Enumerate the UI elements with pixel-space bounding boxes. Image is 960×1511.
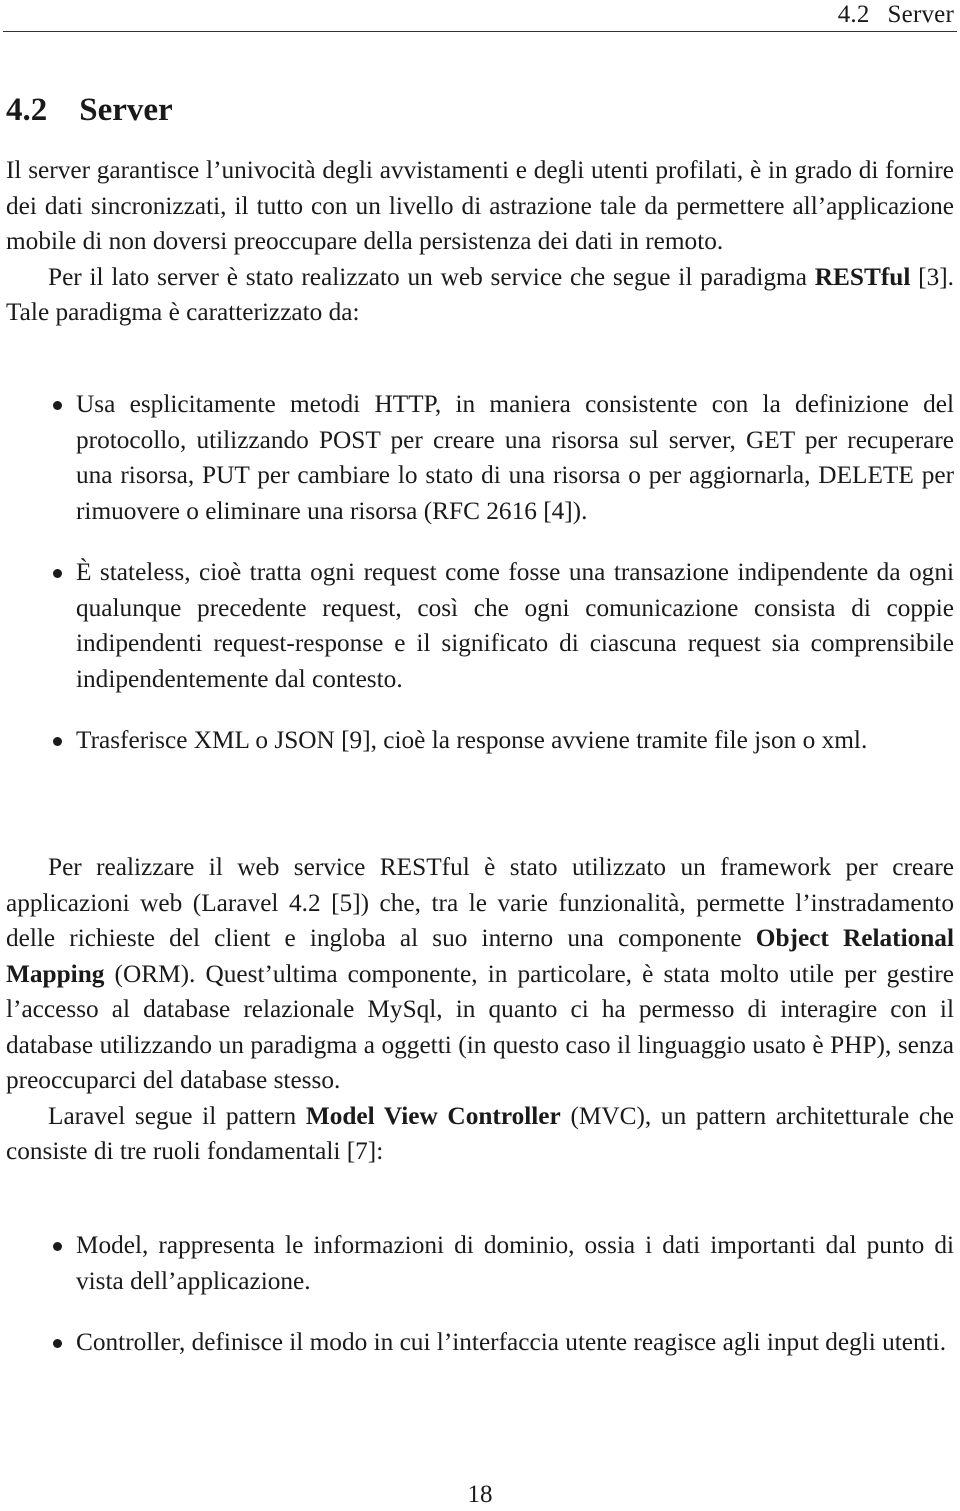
section-title: 4.2 Server — [6, 88, 173, 132]
mvc-paragraph: Laravel segue il pattern Model View Cont… — [6, 1099, 954, 1170]
list-item: È stateless, cioè tratta ogni request co… — [6, 555, 954, 697]
mvc-text-before: Laravel segue il pattern — [48, 1101, 306, 1130]
list-item-text: È stateless, cioè tratta ogni request co… — [76, 558, 954, 693]
list-item-text: Model, rappresenta le informazioni di do… — [76, 1231, 954, 1295]
intro-block: Il server garantisce l’univocità degli a… — [6, 153, 954, 331]
running-header-section-number: 4.2 — [837, 1, 870, 28]
bullet-icon — [53, 1339, 62, 1348]
restful-text-before: Per il lato server è stato realizzato un… — [48, 262, 815, 291]
mvc-roles-list: Model, rappresenta le informazioni di do… — [6, 1228, 954, 1387]
framework-block: Per realizzare il web service RESTful è … — [6, 850, 954, 1170]
page-number: 18 — [467, 1481, 493, 1508]
list-item: Usa esplicitamente metodi HTTP, in manie… — [6, 387, 954, 529]
list-item-text: Trasferisce XML o JSON [9], cioè la resp… — [76, 726, 868, 754]
list-item: Model, rappresenta le informazioni di do… — [6, 1228, 954, 1299]
framework-paragraph: Per realizzare il web service RESTful è … — [6, 850, 954, 1099]
list-item: Trasferisce XML o JSON [9], cioè la resp… — [6, 723, 954, 759]
bullet-icon — [53, 569, 62, 578]
section-number: 4.2 — [6, 92, 48, 128]
rest-features-list: Usa esplicitamente metodi HTTP, in manie… — [6, 387, 954, 785]
list-item: Controller, definisce il modo in cui l’i… — [6, 1325, 954, 1361]
list-item-text: Usa esplicitamente metodi HTTP, in manie… — [76, 390, 954, 525]
running-header: 4.2 Server — [838, 0, 954, 30]
list-item-text: Controller, definisce il modo in cui l’i… — [76, 1328, 947, 1356]
restful-paragraph: Per il lato server è stato realizzato un… — [6, 260, 954, 331]
running-header-section-name: Server — [887, 1, 954, 28]
bullet-icon — [53, 737, 62, 746]
section-title-text: Server — [79, 92, 173, 128]
restful-term: RESTful — [814, 262, 911, 291]
framework-text-after: (ORM). Quest’ultima componente, in parti… — [6, 959, 954, 1095]
header-rule — [3, 31, 957, 32]
bullet-icon — [53, 401, 62, 410]
intro-paragraph: Il server garantisce l’univocità degli a… — [6, 156, 954, 255]
bullet-icon — [53, 1242, 62, 1251]
mvc-term: Model View Controller — [305, 1101, 561, 1130]
